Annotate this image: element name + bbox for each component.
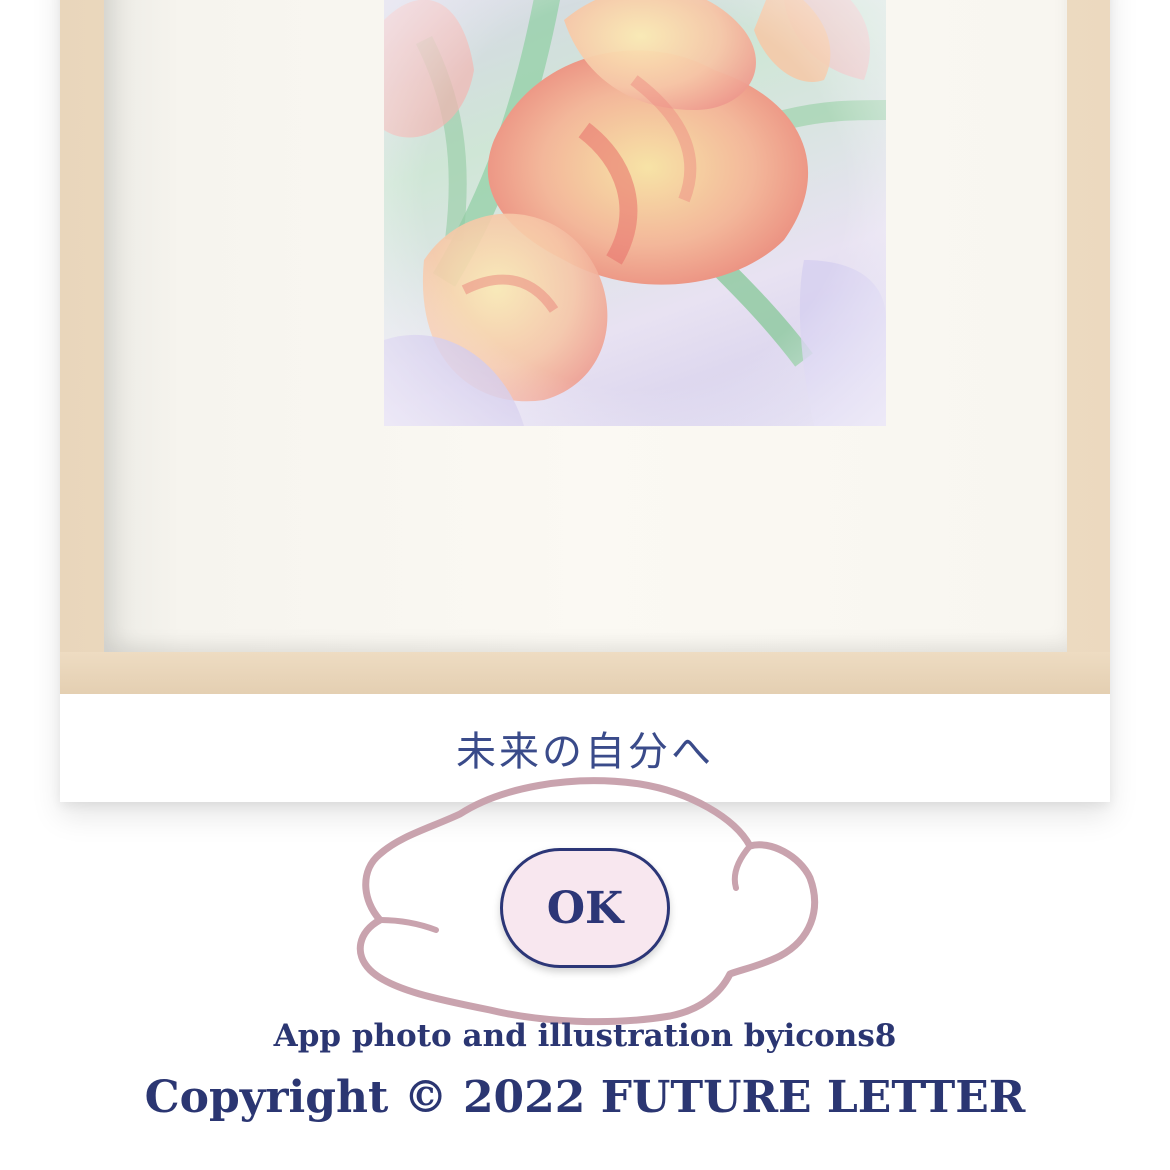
picture-frame <box>60 0 1110 694</box>
letter-title: 未来の自分へ <box>456 729 714 775</box>
frame-bottom-edge <box>60 652 1110 694</box>
copyright-notice: Copyright © 2022 FUTURE LETTER <box>144 1072 1026 1123</box>
ok-button[interactable]: OK <box>500 848 670 968</box>
tulip-illustration <box>384 0 886 426</box>
picture-mat <box>104 0 1067 652</box>
image-credit: App photo and illustration byicons8 <box>273 1018 897 1054</box>
letter-card: 未来の自分へ <box>60 0 1110 802</box>
tulip-photo <box>384 0 886 426</box>
